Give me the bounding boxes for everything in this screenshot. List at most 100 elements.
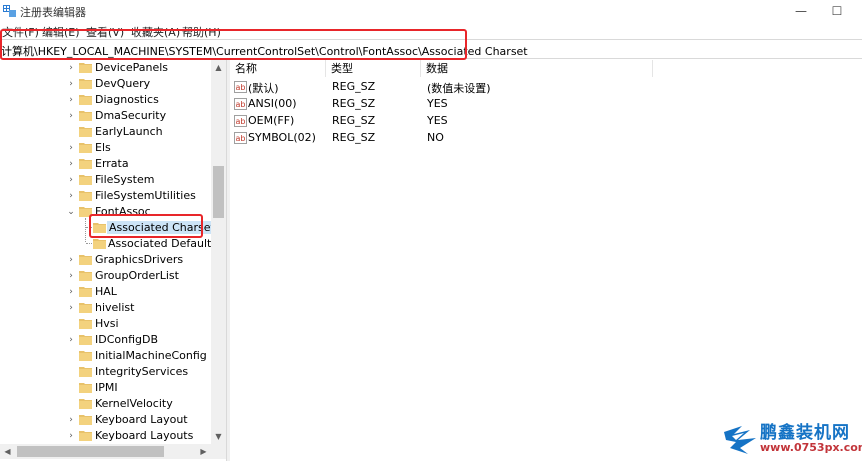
tree-item[interactable]: › DevQuery <box>0 76 211 92</box>
tree-item[interactable]: › hivelist <box>0 300 211 316</box>
chevron-right-icon[interactable]: › <box>67 191 75 201</box>
watermark-url: www.0753px.com <box>760 441 862 454</box>
tree-item[interactable]: › Errata <box>0 156 211 172</box>
tree-item-label: Associated Charset <box>107 221 217 234</box>
tree-item-label: FileSystem <box>95 173 155 186</box>
tree-item[interactable]: › FileSystem <box>0 172 211 188</box>
tree-item[interactable]: › Els <box>0 140 211 156</box>
menu-favorites[interactable]: 收藏夹(A) <box>131 24 180 40</box>
menu-view[interactable]: 查看(V) <box>86 24 124 40</box>
column-header-type[interactable]: 类型 <box>326 60 421 77</box>
value-row[interactable]: ab SYMBOL(02) REG_SZ NO <box>230 130 862 146</box>
tree-item[interactable]: › IDConfigDB <box>0 332 211 348</box>
svg-text:ab: ab <box>236 117 246 126</box>
tree-item-label: Keyboard Layout <box>95 413 188 426</box>
svg-text:ab: ab <box>236 100 246 109</box>
chevron-right-icon[interactable]: › <box>67 287 75 297</box>
tree-vertical-scrollbar[interactable]: ▲ ▼ <box>211 60 226 444</box>
tree-item-label: FontAssoc <box>95 205 151 218</box>
folder-icon <box>79 63 92 73</box>
tree-item[interactable]: › Keyboard Layouts <box>0 428 211 444</box>
scroll-down-icon[interactable]: ▼ <box>211 429 226 444</box>
value-row[interactable]: ab OEM(FF) REG_SZ YES <box>230 113 862 129</box>
tree-item[interactable]: › DevicePanels <box>0 60 211 76</box>
tree-item-label: hivelist <box>95 301 135 314</box>
minimize-button[interactable]: — <box>787 2 815 20</box>
scroll-left-icon[interactable]: ◀ <box>0 444 15 459</box>
folder-icon <box>79 271 92 281</box>
tree-item-associated-defaultfont[interactable]: Associated DefaultFon <box>0 236 231 252</box>
tree-item-label: IPMI <box>95 381 118 394</box>
chevron-right-icon[interactable]: › <box>67 143 75 153</box>
tree-item[interactable]: Hvsi <box>0 316 211 332</box>
tree-item[interactable]: › GraphicsDrivers <box>0 252 211 268</box>
menu-help[interactable]: 帮助(H) <box>182 24 221 40</box>
value-name: (默认) <box>248 82 279 95</box>
value-type: REG_SZ <box>332 114 376 127</box>
tree-item-label: InitialMachineConfig <box>95 349 207 362</box>
tree-item[interactable]: › GroupOrderList <box>0 268 211 284</box>
tree-item[interactable]: › FileSystemUtilities <box>0 188 211 204</box>
value-data: NO <box>427 131 444 144</box>
scroll-thumb[interactable] <box>213 166 224 218</box>
folder-icon <box>79 143 92 153</box>
value-name: OEM(FF) <box>248 114 295 127</box>
chevron-right-icon[interactable]: › <box>67 303 75 313</box>
svg-text:ab: ab <box>236 83 246 92</box>
tree-item[interactable]: › DmaSecurity <box>0 108 211 124</box>
tree-item-label: Els <box>95 141 111 154</box>
tree-item[interactable]: KernelVelocity <box>0 396 211 412</box>
value-row[interactable]: ab ANSI(00) REG_SZ YES <box>230 96 862 112</box>
tree-item[interactable]: IPMI <box>0 380 211 396</box>
tree-item[interactable]: › Keyboard Layout <box>0 412 211 428</box>
menu-edit[interactable]: 编辑(E) <box>42 24 80 40</box>
tree-item-label: FileSystemUtilities <box>95 189 196 202</box>
chevron-right-icon[interactable]: › <box>67 111 75 121</box>
chevron-down-icon[interactable]: ⌄ <box>67 207 75 217</box>
title-bar: 注册表编辑器 — ☐ <box>0 0 862 22</box>
chevron-right-icon[interactable]: › <box>67 79 75 89</box>
key-tree-pane: › DevicePanels › DevQuery › Diagnostics … <box>0 60 231 461</box>
column-header-name[interactable]: 名称 <box>230 60 326 77</box>
string-value-icon: ab <box>234 132 247 144</box>
tree-item-associated-charset[interactable]: Associated Charset <box>0 220 217 236</box>
folder-icon <box>79 303 92 313</box>
tree-item[interactable]: › Diagnostics <box>0 92 211 108</box>
tree-item-label: DevicePanels <box>95 61 169 74</box>
tree-item[interactable]: › HAL <box>0 284 211 300</box>
menu-file[interactable]: 文件(F) <box>2 24 39 40</box>
address-path[interactable]: 计算机\HKEY_LOCAL_MACHINE\SYSTEM\CurrentCon… <box>1 43 528 59</box>
tree-item-fontassoc[interactable]: ⌄ FontAssoc <box>0 204 211 220</box>
chevron-right-icon[interactable]: › <box>67 255 75 265</box>
scrollbar-corner <box>211 444 226 459</box>
chevron-right-icon[interactable]: › <box>67 95 75 105</box>
value-name: SYMBOL(02) <box>248 131 316 144</box>
scroll-up-icon[interactable]: ▲ <box>211 60 226 75</box>
folder-icon <box>79 415 92 425</box>
chevron-right-icon[interactable]: › <box>67 271 75 281</box>
address-bar[interactable]: 计算机\HKEY_LOCAL_MACHINE\SYSTEM\CurrentCon… <box>0 39 862 59</box>
maximize-button[interactable]: ☐ <box>823 2 851 20</box>
string-value-icon: ab <box>234 81 247 93</box>
chevron-right-icon[interactable]: › <box>67 335 75 345</box>
folder-icon <box>79 319 92 329</box>
chevron-right-icon[interactable]: › <box>67 159 75 169</box>
chevron-right-icon[interactable]: › <box>67 415 75 425</box>
folder-icon <box>79 367 92 377</box>
tree-item[interactable]: EarlyLaunch <box>0 124 211 140</box>
scroll-thumb[interactable] <box>17 446 164 457</box>
column-header-data[interactable]: 数据 <box>421 60 653 77</box>
value-type: REG_SZ <box>332 80 376 93</box>
folder-icon <box>79 127 92 137</box>
chevron-right-icon[interactable]: › <box>67 431 75 441</box>
value-row[interactable]: ab (默认) REG_SZ (数值未设置) <box>230 79 862 95</box>
chevron-right-icon[interactable]: › <box>67 63 75 73</box>
tree-horizontal-scrollbar[interactable]: ◀ ▶ <box>0 444 211 459</box>
chevron-right-icon[interactable]: › <box>67 175 75 185</box>
tree-item[interactable]: IntegrityServices <box>0 364 211 380</box>
tree-item-label: DevQuery <box>95 77 151 90</box>
folder-icon <box>79 111 92 121</box>
tree-item[interactable]: InitialMachineConfig <box>0 348 211 364</box>
value-data: YES <box>427 114 448 127</box>
scroll-right-icon[interactable]: ▶ <box>196 444 211 459</box>
